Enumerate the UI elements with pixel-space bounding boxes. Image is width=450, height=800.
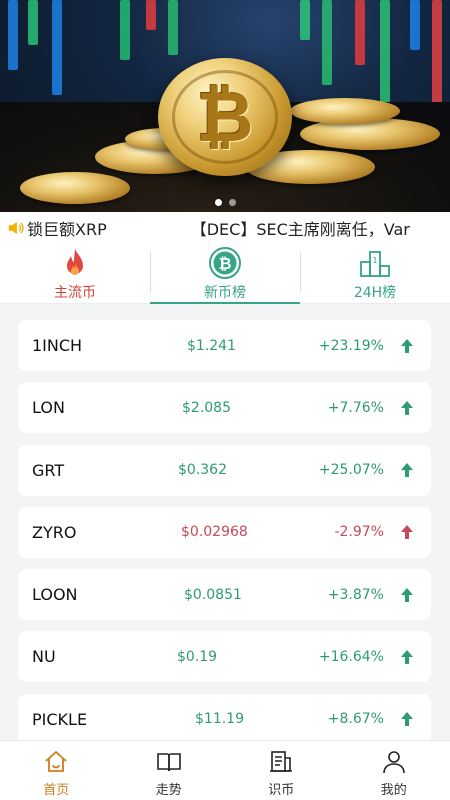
arrow-up-icon (401, 338, 413, 353)
speaker-icon (8, 221, 24, 235)
tab-mainstream[interactable]: 主流币 (0, 244, 150, 303)
tab-label: 主流币 (54, 285, 96, 301)
nav-label: 我的 (380, 783, 407, 798)
news-ticker[interactable]: 锁巨额XRP 【DEC】SEC主席刚离任，Var (0, 212, 450, 244)
coin-row[interactable]: LOON $0.0851 +3.87% (18, 569, 431, 621)
arrow-up-icon (401, 712, 413, 727)
nav-identify[interactable]: 识币 (225, 741, 338, 800)
carousel-dot[interactable] (228, 199, 236, 206)
tab-24h[interactable]: 1 24H榜 (300, 244, 450, 303)
coin-row[interactable]: PICKLE $11.19 +8.67% (18, 693, 431, 745)
tab-label: 24H榜 (353, 285, 397, 301)
coin-change: +25.07% (318, 462, 384, 479)
coin-row[interactable]: GRT $0.362 +25.07% (18, 444, 431, 496)
coin-price: $0.19 (177, 648, 218, 665)
podium-icon: 1 (360, 251, 390, 277)
coin-list: 1INCH $1.241 +23.19% LON $2.085 +7.76% G… (18, 320, 431, 756)
coin-price: $2.085 (182, 399, 231, 416)
nav-label: 识币 (268, 783, 295, 798)
coin-row[interactable]: NU $0.19 +16.64% (18, 631, 431, 683)
coin-row[interactable]: LON $2.085 +7.76% (18, 382, 431, 434)
coin-change: -2.97% (334, 524, 384, 541)
bitcoin-icon: ₿ (209, 247, 241, 279)
svg-text:₿: ₿ (218, 254, 231, 273)
coin-row[interactable]: 1INCH $1.241 +23.19% (18, 320, 431, 371)
coin-change: +7.76% (327, 399, 384, 416)
category-tabs: 主流币 ₿ 新币榜 1 24H榜 (0, 244, 450, 304)
nav-home[interactable]: 首页 (0, 741, 113, 800)
coin-symbol: LOON (32, 585, 78, 605)
ticker-item[interactable]: 锁巨额XRP (27, 216, 107, 240)
user-icon (382, 751, 405, 774)
coin-symbol: 1INCH (32, 336, 83, 355)
svg-text:1: 1 (372, 256, 377, 265)
coin-symbol: ZYRO (32, 522, 77, 542)
arrow-up-icon (401, 587, 413, 602)
news-icon (270, 751, 293, 772)
nav-trend[interactable]: 走势 (113, 741, 226, 800)
banner-carousel[interactable]: ₿ (0, 0, 450, 212)
home-icon (45, 751, 67, 772)
book-icon (156, 753, 181, 772)
tab-divider (300, 252, 301, 292)
nav-label: 首页 (43, 783, 70, 798)
coin-price: $11.19 (195, 711, 244, 728)
carousel-indicator (0, 199, 450, 206)
tab-new-coins[interactable]: ₿ 新币榜 (150, 244, 300, 304)
coin-price: $0.362 (178, 462, 227, 479)
coin-symbol: GRT (32, 460, 65, 480)
coin-symbol: LON (32, 398, 65, 418)
tab-divider (150, 252, 151, 292)
bottom-navigation: 首页 走势 识币 我的 (0, 740, 450, 800)
coin-price: $0.0851 (184, 586, 242, 603)
coin-change: +3.87% (327, 586, 384, 603)
coin-change: +16.64% (318, 648, 384, 665)
coin-price: $1.241 (187, 337, 236, 354)
coin-change: +8.67% (327, 711, 384, 728)
arrow-up-icon (401, 400, 413, 415)
coin-symbol: NU (32, 647, 56, 667)
arrow-up-icon (401, 463, 413, 478)
nav-label: 走势 (155, 783, 182, 798)
bitcoin-coin-image: ₿ (158, 58, 292, 176)
carousel-dot[interactable] (214, 199, 222, 206)
arrow-up-icon (401, 649, 413, 664)
coin-symbol: PICKLE (32, 709, 88, 729)
tab-label: 新币榜 (204, 285, 246, 301)
coin-change: +23.19% (318, 337, 384, 354)
ticker-item[interactable]: 【DEC】SEC主席刚离任，Var (191, 216, 410, 240)
coin-price: $0.02968 (181, 524, 248, 541)
coin-row[interactable]: ZYRO $0.02968 -2.97% (18, 506, 431, 558)
fire-icon (67, 248, 83, 275)
arrow-up-icon (401, 525, 413, 540)
nav-profile[interactable]: 我的 (338, 741, 450, 800)
